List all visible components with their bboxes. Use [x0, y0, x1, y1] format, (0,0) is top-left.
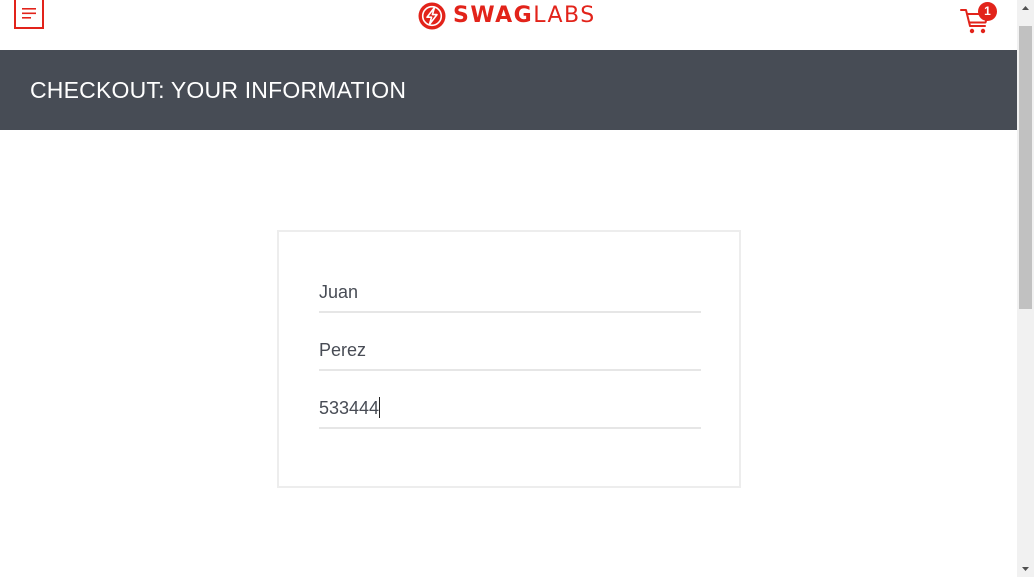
checkout-page: SWAGLABS 1 CHECKOUT: YOUR INFORMATION	[0, 0, 1034, 577]
shopping-cart-link[interactable]: 1	[959, 2, 999, 36]
page-title: CHECKOUT: YOUR INFORMATION	[30, 77, 407, 103]
menu-button[interactable]	[14, 0, 44, 29]
scroll-up-arrow-icon[interactable]	[1017, 0, 1034, 17]
postal-code-field-wrapper	[319, 389, 701, 429]
last-name-field-wrapper	[319, 331, 701, 371]
logo-text-light: LABS	[533, 3, 596, 28]
logo-text: SWAGLABS	[453, 1, 596, 31]
scrollbar-thumb[interactable]	[1019, 26, 1032, 309]
logo-text-bold: SWAG	[453, 3, 534, 28]
scroll-down-arrow-icon[interactable]	[1017, 560, 1034, 577]
top-navigation-bar: SWAGLABS 1	[0, 0, 1017, 50]
cart-badge: 1	[978, 2, 997, 21]
first-name-field-wrapper	[319, 273, 701, 313]
last-name-input[interactable]	[319, 331, 701, 369]
checkout-info-form	[277, 230, 741, 488]
postal-code-input[interactable]	[319, 389, 701, 427]
lightning-bolt-icon	[418, 2, 446, 30]
swag-labs-logo: SWAGLABS	[417, 1, 596, 31]
first-name-input[interactable]	[319, 273, 701, 311]
page-title-bar: CHECKOUT: YOUR INFORMATION	[0, 50, 1017, 130]
hamburger-menu-icon	[22, 8, 36, 19]
vertical-scrollbar[interactable]	[1017, 0, 1034, 577]
text-cursor	[379, 397, 380, 418]
